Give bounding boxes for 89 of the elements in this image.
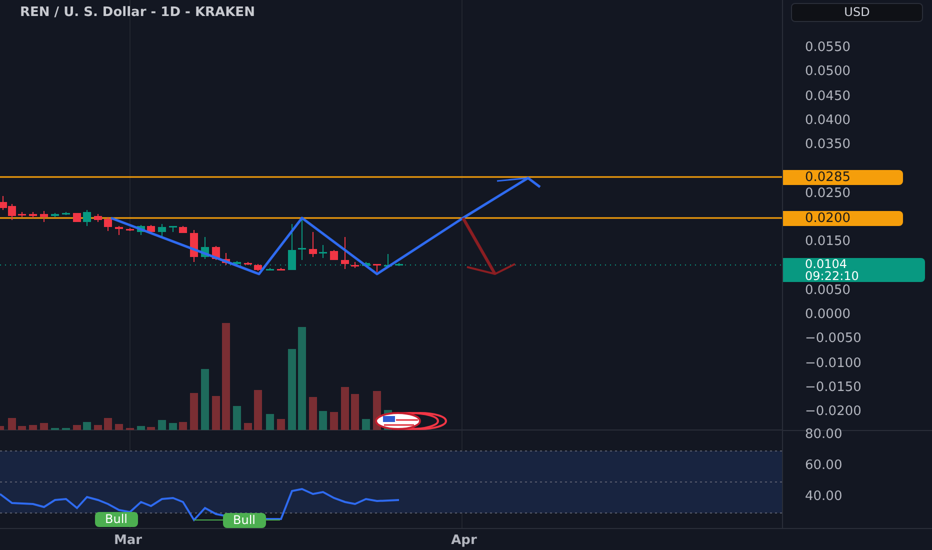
chart-title: REN / U. S. Dollar - 1D - KRAKEN xyxy=(20,4,255,22)
volume-bar xyxy=(147,427,155,430)
time-axis-label: Apr xyxy=(451,532,477,550)
price-tick-label: 0.0450 xyxy=(805,88,850,105)
candlestick xyxy=(18,212,26,218)
price-tick-label: 0.0050 xyxy=(805,282,850,299)
time-axis-label: Mar xyxy=(114,532,142,550)
volume-bar xyxy=(244,423,252,430)
volume-bar xyxy=(254,390,262,430)
bull-signal-label: Bull xyxy=(223,513,266,528)
last-price: 0.0104 xyxy=(805,258,848,270)
price-tick-label: −0.0150 xyxy=(805,380,862,396)
volume-bar xyxy=(83,422,91,430)
price-tick-label: −0.0200 xyxy=(805,404,862,420)
volume-bar xyxy=(115,424,123,430)
price-tick-label: 0.0550 xyxy=(805,40,850,56)
candlestick xyxy=(104,216,112,232)
volume-bar xyxy=(330,412,338,430)
candlestick xyxy=(115,226,123,236)
price-tick-label: −0.0050 xyxy=(805,331,862,348)
volume-bar xyxy=(0,426,4,430)
volume-bar xyxy=(233,406,241,430)
volume-bar xyxy=(137,426,145,430)
candlestick xyxy=(51,212,59,218)
level-price-label: 0.0285 xyxy=(783,170,903,185)
candlestick xyxy=(277,268,285,270)
rsi-tick-label: 40.00 xyxy=(805,489,842,505)
currency-button[interactable]: USD xyxy=(791,3,923,22)
price-tick-label: 0.0150 xyxy=(805,234,850,250)
candlestick xyxy=(147,224,155,234)
price-tick-label: 0.0400 xyxy=(805,112,850,129)
rsi-tick-label: 80.00 xyxy=(805,427,842,443)
volume-bar xyxy=(277,419,285,430)
candlestick xyxy=(169,226,177,232)
candlestick xyxy=(29,212,37,218)
volume-bar xyxy=(40,423,48,430)
candlestick xyxy=(158,224,166,238)
volume-bar xyxy=(190,393,198,430)
candlestick xyxy=(319,244,327,258)
candlestick xyxy=(73,212,81,222)
volume-bar xyxy=(18,426,26,430)
level-line[interactable] xyxy=(0,217,782,219)
candlestick xyxy=(351,262,359,268)
volume-bar xyxy=(266,414,274,430)
volume-bar xyxy=(8,418,16,430)
candlestick xyxy=(40,210,48,222)
candlestick xyxy=(266,268,274,270)
candlestick xyxy=(288,224,296,270)
volume-bar xyxy=(212,396,220,430)
volume-bar xyxy=(179,422,187,430)
candlestick xyxy=(137,224,145,236)
candlestick xyxy=(298,218,306,260)
rsi-tick-label: 60.00 xyxy=(805,458,842,474)
candlestick xyxy=(94,214,102,222)
price-tick-label: 0.0000 xyxy=(805,306,850,323)
flag-icon[interactable] xyxy=(375,412,447,430)
level-line[interactable] xyxy=(0,176,782,178)
bull-signal-label: Bull xyxy=(95,512,138,527)
countdown-timer: 09:22:10 xyxy=(805,270,860,282)
volume-bar xyxy=(94,425,102,430)
volume-bar xyxy=(351,394,359,430)
level-price-label: 0.0200 xyxy=(783,211,903,226)
candlestick xyxy=(254,264,262,272)
volume-bar xyxy=(201,369,209,430)
volume-bar xyxy=(29,425,37,430)
price-tick-label: 0.0350 xyxy=(805,137,850,154)
volume-bar xyxy=(104,418,112,430)
candlestick xyxy=(330,250,338,260)
candlestick xyxy=(395,262,403,266)
candlestick xyxy=(244,262,252,266)
candlestick xyxy=(341,236,349,270)
candlestick xyxy=(179,226,187,234)
volume-bar xyxy=(169,423,177,430)
candlestick xyxy=(309,232,317,258)
volume-bar xyxy=(73,425,81,430)
price-tick-label: 0.0250 xyxy=(805,186,850,202)
candlestick xyxy=(83,210,91,226)
candlestick xyxy=(126,228,134,232)
price-tick-label: 0.0500 xyxy=(805,64,850,80)
candlestick xyxy=(62,212,70,216)
volume-bar xyxy=(362,419,370,430)
price-tick-label: −0.0100 xyxy=(805,356,862,372)
candlestick xyxy=(222,252,230,266)
candlestick xyxy=(373,264,381,272)
volume-bar xyxy=(319,411,327,430)
volume-bar xyxy=(341,387,349,430)
volume-bar xyxy=(158,420,166,430)
candlestick xyxy=(201,236,209,260)
volume-bar xyxy=(309,397,317,430)
